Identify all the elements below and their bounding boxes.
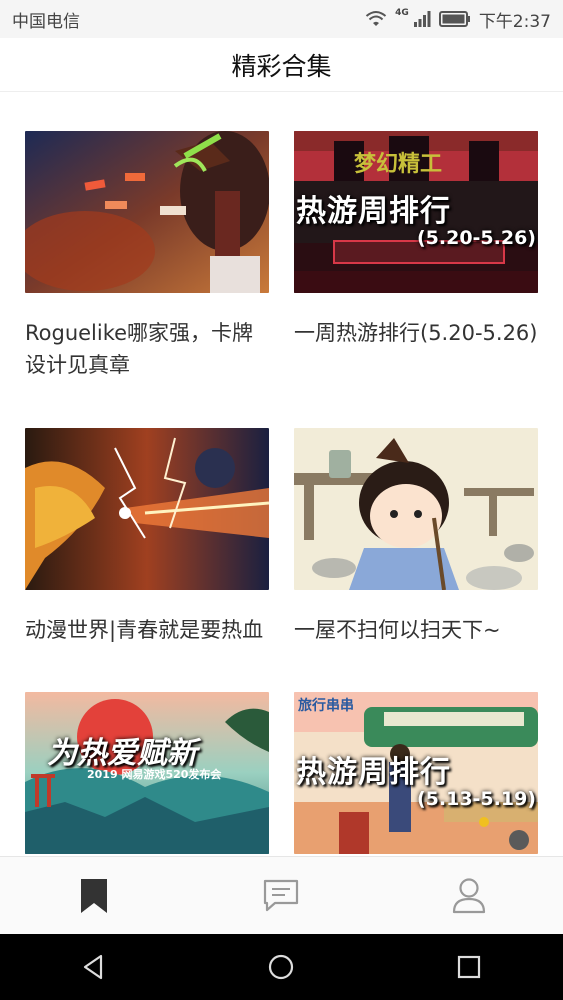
card-thumbnail[interactable]: 为热爱赋新 2019 网易游戏520发布会 <box>25 692 269 854</box>
page-title: 精彩合集 <box>231 51 332 81</box>
collection-card[interactable]: 旅行串串 热游周排行 (5.13-5.19) <box>294 692 538 854</box>
home-button[interactable] <box>251 937 311 997</box>
card-thumbnail[interactable]: 梦幻精工 热游周排行 (5.20-5.26) <box>294 131 538 293</box>
recents-button[interactable] <box>439 937 499 997</box>
clock-label: 下午2:37 <box>478 11 551 32</box>
card-image <box>294 428 538 590</box>
collection-card[interactable]: 动漫世界|青春就是要热血 <box>25 428 269 646</box>
collection-card[interactable]: Roguelike哪家强，卡牌设计见真章 <box>25 131 269 381</box>
status-bar: 中国电信 4G 下午2:37 <box>0 0 563 38</box>
overlay-top-text: 旅行串串 <box>298 697 354 714</box>
card-thumbnail[interactable] <box>294 428 538 590</box>
card-thumbnail[interactable]: 旅行串串 热游周排行 (5.13-5.19) <box>294 692 538 854</box>
profile-icon <box>453 877 486 913</box>
back-button[interactable] <box>64 937 124 997</box>
home-icon <box>269 954 294 980</box>
carrier-label: 中国电信 <box>12 11 80 32</box>
battery-icon <box>438 11 470 27</box>
overlay-title: 热游周排行 <box>296 755 451 790</box>
overlay-subtitle: 2019 网易游戏520发布会 <box>87 768 222 781</box>
card-thumbnail[interactable] <box>25 428 269 590</box>
network-label: 4G <box>395 8 409 18</box>
system-nav-bar <box>0 934 563 1000</box>
nav-tab-profile[interactable] <box>439 866 499 926</box>
status-icons: 4G 下午2:37 <box>365 7 551 32</box>
overlay-title: 热游周排行 <box>296 194 451 229</box>
card-caption[interactable]: 一周热游排行(5.20-5.26) <box>294 317 538 349</box>
card-caption[interactable]: 动漫世界|青春就是要热血 <box>25 614 269 646</box>
back-icon <box>83 954 102 980</box>
overlay-top-text: 梦幻精工 <box>354 151 442 177</box>
bookmark-icon <box>80 878 107 913</box>
bottom-nav-bar <box>0 856 563 934</box>
page-header: 精彩合集 <box>0 38 563 92</box>
card-caption[interactable]: 一屋不扫何以扫天下~ <box>294 614 538 646</box>
collection-card[interactable]: 梦幻精工 热游周排行 (5.20-5.26) 一周热游排行(5.20-5.26) <box>294 131 538 349</box>
overlay-date: (5.13-5.19) <box>416 788 536 810</box>
nav-tab-messages[interactable] <box>251 866 311 926</box>
card-thumbnail[interactable] <box>25 131 269 293</box>
card-caption[interactable]: Roguelike哪家强，卡牌设计见真章 <box>25 317 269 381</box>
nav-tab-collections[interactable] <box>64 866 124 926</box>
collection-card[interactable]: 一屋不扫何以扫天下~ <box>294 428 538 646</box>
message-icon <box>264 879 299 911</box>
collection-card[interactable]: 为热爱赋新 2019 网易游戏520发布会 <box>25 692 269 854</box>
collection-grid[interactable]: Roguelike哪家强，卡牌设计见真章 梦幻精工 热游周排行 (5.20-5.… <box>0 92 563 856</box>
recents-icon <box>458 955 481 979</box>
card-image <box>25 131 269 293</box>
overlay-date: (5.20-5.26) <box>416 227 536 249</box>
signal-icon <box>413 11 431 27</box>
wifi-icon <box>366 11 387 26</box>
card-image <box>25 428 269 590</box>
